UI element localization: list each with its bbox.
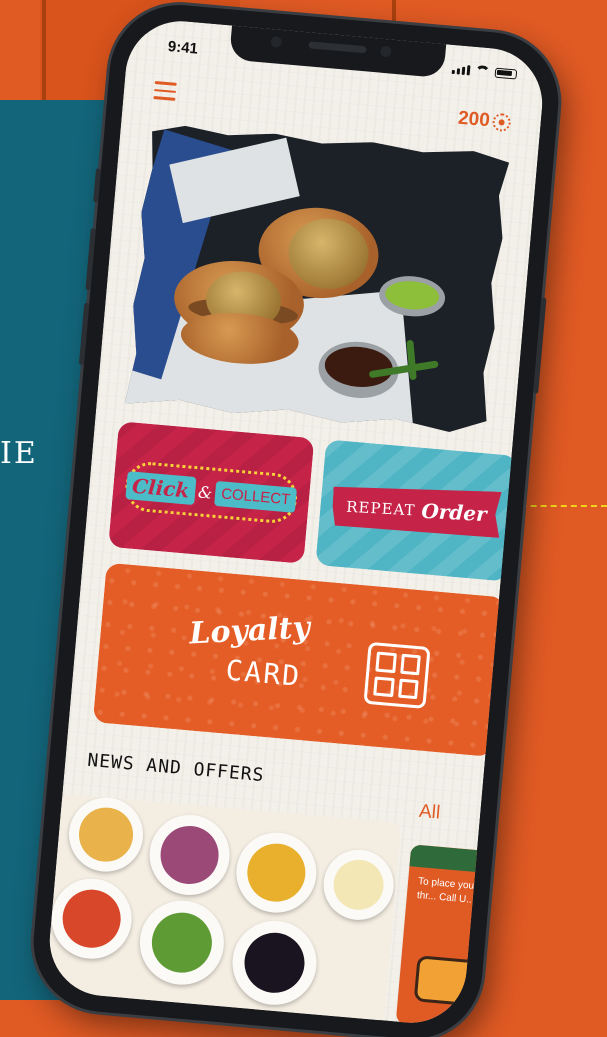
status-time: 9:41 (167, 38, 199, 58)
repeat-order-banner: REPEAT Order (331, 483, 501, 538)
view-all-link[interactable]: All (418, 801, 441, 825)
repeat-order-button[interactable]: REPEAT Order (315, 439, 518, 582)
camera-icon (379, 45, 392, 58)
sensor-icon (270, 35, 283, 48)
dish-tomato-chutney (48, 875, 135, 963)
card-label: CARD (224, 653, 303, 693)
phone-frame: 9:41 200 Click & COLLECT REPEAT Order Lo… (27, 0, 565, 1037)
signal-icon (451, 64, 471, 76)
hero-food-image (125, 123, 510, 435)
app-screen: 9:41 200 Click & COLLECT REPEAT Order Lo… (45, 16, 547, 1028)
dish-green-chutney (136, 897, 228, 989)
promo-header (409, 844, 531, 877)
loyalty-label: Loyalty (188, 610, 311, 652)
news-card[interactable]: To place you... Order thr... Call U... (395, 844, 531, 1028)
news-section-title: NEWS AND OFFERS (86, 749, 266, 787)
repeat-label: REPEAT (345, 497, 416, 520)
dish-tamarind (228, 917, 321, 1009)
qr-code-icon (363, 641, 431, 709)
dish-chips (65, 794, 147, 875)
click-collect-marquee: Click & COLLECT (123, 460, 300, 525)
click-label: Click (125, 471, 197, 506)
dish-sev (233, 829, 320, 916)
notch (229, 25, 447, 79)
loyalty-points-badge[interactable]: 200 (457, 107, 512, 135)
news-card[interactable] (45, 793, 402, 1023)
background-plank-seam (42, 0, 46, 100)
speaker-grille (308, 41, 367, 54)
collect-label: COLLECT (214, 480, 298, 513)
points-value: 200 (457, 107, 491, 132)
menu-icon[interactable] (153, 81, 177, 101)
dish-onion (146, 811, 233, 899)
promo-text: To place you... Order thr... Call U... (416, 876, 512, 906)
dish-sauce (320, 846, 397, 923)
click-collect-button[interactable]: Click & COLLECT (108, 421, 315, 564)
loyalty-card-button[interactable]: Loyalty CARD (92, 562, 506, 757)
power-button (533, 297, 547, 394)
side-text: IE (0, 436, 38, 471)
points-icon (491, 112, 512, 133)
wifi-icon (474, 64, 491, 78)
promo-chair-illustration (413, 955, 478, 1007)
status-icons (451, 63, 518, 80)
ampersand-label: & (197, 481, 214, 503)
battery-icon (494, 67, 518, 80)
order-label: Order (420, 498, 488, 527)
